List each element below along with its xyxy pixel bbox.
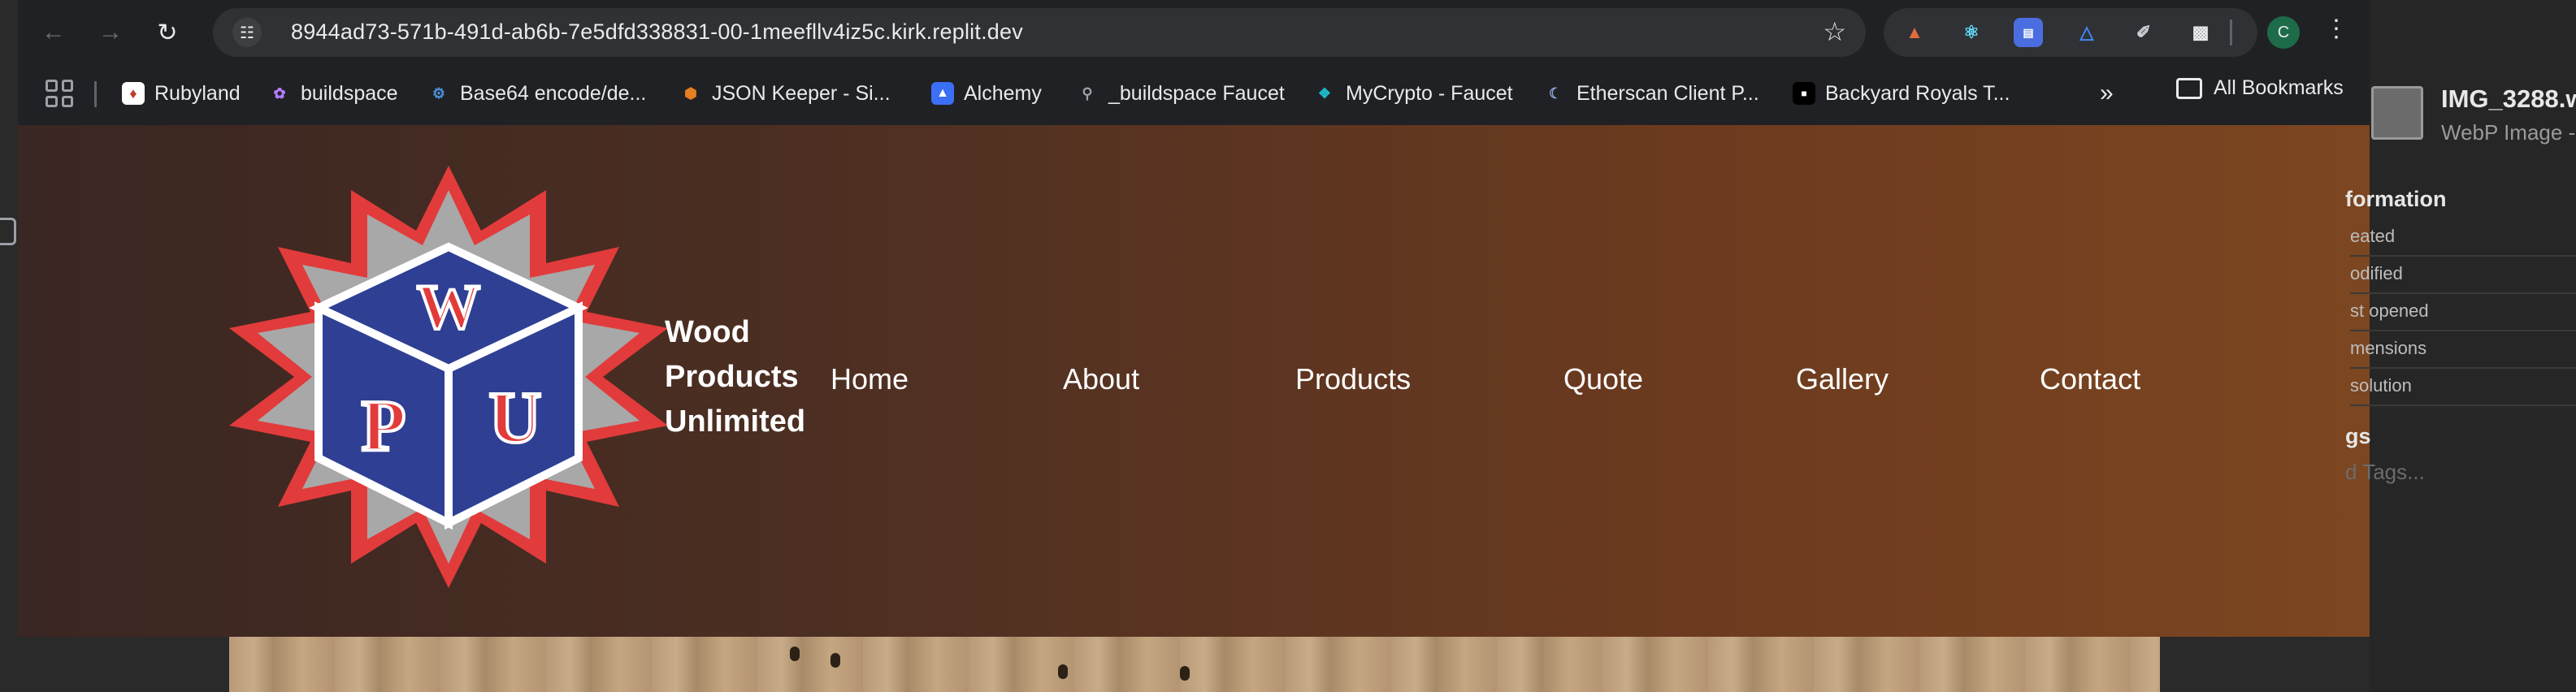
site-nav: Home About Products Quote Gallery Contac… bbox=[830, 362, 2212, 411]
logo-letter-p: P bbox=[362, 386, 406, 466]
folder-icon bbox=[2176, 77, 2202, 99]
site-header: W P U Wood Products Unlimited Home About… bbox=[18, 125, 2370, 637]
bookmark-buildspace-faucet[interactable]: ⚲ _buildspace Faucet bbox=[1076, 76, 1284, 110]
nav-products[interactable]: Products bbox=[1295, 362, 1411, 396]
etherscan-icon: ☾ bbox=[1548, 84, 1563, 102]
site-info-icon[interactable]: ☷ bbox=[232, 18, 262, 47]
file-kind: WebP Image - bbox=[2441, 120, 2576, 145]
tags-heading: gs bbox=[2345, 424, 2371, 448]
browser-menu-icon[interactable]: ⋮ bbox=[2324, 15, 2348, 43]
bookmark-base64[interactable]: ⚙ Base64 encode/de... bbox=[427, 76, 646, 110]
nav-about[interactable]: About bbox=[1063, 362, 1139, 396]
nav-home[interactable]: Home bbox=[830, 362, 909, 396]
profile-avatar[interactable]: C bbox=[2267, 16, 2300, 49]
file-thumbnail bbox=[2371, 86, 2423, 140]
extensions-puzzle-icon[interactable]: ▩ bbox=[2186, 18, 2215, 47]
logo-letter-u: U bbox=[489, 378, 542, 458]
google-ads-icon[interactable]: △ bbox=[2072, 18, 2101, 47]
eyedropper-icon[interactable]: ✐ bbox=[2129, 18, 2158, 47]
company-logo[interactable]: W P U bbox=[213, 158, 684, 596]
nav-quote[interactable]: Quote bbox=[1563, 362, 1643, 396]
bookmark-backyard-royals[interactable]: ■ Backyard Royals T... bbox=[1793, 76, 2010, 110]
hero-image-strip bbox=[18, 637, 2370, 692]
browser-toolbar: ← → ↻ ☷ 8944ad73-571b-491d-ab6b-7e5dfd33… bbox=[18, 0, 2370, 65]
rubyland-icon: ♦ bbox=[122, 82, 145, 105]
url-text[interactable]: 8944ad73-571b-491d-ab6b-7e5dfd338831-00-… bbox=[291, 19, 1023, 45]
window-fragment bbox=[0, 218, 16, 245]
info-row-modified: odified bbox=[2350, 263, 2576, 294]
address-bar[interactable]: ☷ 8944ad73-571b-491d-ab6b-7e5dfd338831-0… bbox=[213, 8, 1866, 57]
bookmark-rubyland[interactable]: ♦ Rubyland bbox=[122, 76, 241, 110]
faucet-icon: ⚲ bbox=[1082, 84, 1093, 102]
finder-info-panel: IMG_3288.w WebP Image - formation eated … bbox=[2345, 0, 2576, 692]
react-devtools-icon[interactable]: ⚛ bbox=[1957, 18, 1986, 47]
bookmarks-bar: ♦ Rubyland ✿ buildspace ⚙ Base64 encode/… bbox=[18, 65, 2370, 122]
back-arrow-icon[interactable]: ← bbox=[34, 13, 73, 52]
reload-icon[interactable]: ↻ bbox=[148, 13, 187, 52]
background-window-edge bbox=[0, 0, 18, 692]
alchemy-icon: ▲ bbox=[931, 82, 954, 105]
brand-line-3: Unlimited bbox=[665, 404, 806, 439]
all-bookmarks-folder[interactable]: All Bookmarks bbox=[2176, 76, 2344, 100]
logo-letter-w: W bbox=[417, 271, 480, 342]
wood-crate-image bbox=[229, 637, 2160, 692]
info-row-dimensions: mensions bbox=[2350, 338, 2576, 369]
bookmark-json-keeper[interactable]: ⬢ JSON Keeper - Si... bbox=[679, 76, 890, 110]
toolbar-divider bbox=[2230, 19, 2232, 45]
page-viewport: W P U Wood Products Unlimited Home About… bbox=[18, 125, 2370, 692]
extensions-area: ▲ ⚛ ▤ △ ✐ ▩ bbox=[1884, 8, 2257, 57]
info-row-last-opened: st opened bbox=[2350, 301, 2576, 331]
information-heading[interactable]: formation bbox=[2345, 187, 2447, 212]
nav-contact[interactable]: Contact bbox=[2040, 362, 2140, 396]
extension-fox-icon[interactable]: ▲ bbox=[1900, 18, 1929, 47]
bookmark-buildspace[interactable]: ✿ buildspace bbox=[268, 76, 397, 110]
apps-grid-icon[interactable] bbox=[46, 80, 73, 107]
brand-name[interactable]: Wood Products Unlimited bbox=[665, 310, 843, 444]
buildspace-icon: ✿ bbox=[273, 84, 286, 102]
file-name: IMG_3288.w bbox=[2441, 84, 2576, 113]
mycrypto-icon: ❖ bbox=[1317, 84, 1332, 102]
bookmark-mycrypto-faucet[interactable]: ❖ MyCrypto - Faucet bbox=[1313, 76, 1513, 110]
extension-ruler-icon[interactable]: ▤ bbox=[2014, 18, 2043, 47]
bookmark-star-icon[interactable]: ☆ bbox=[1823, 16, 1846, 47]
bookmarks-overflow-icon[interactable]: » bbox=[2100, 80, 2114, 107]
browser-window: ← → ↻ ☷ 8944ad73-571b-491d-ab6b-7e5dfd33… bbox=[18, 0, 2370, 692]
forward-arrow-icon[interactable]: → bbox=[91, 13, 130, 52]
brand-line-2: Products bbox=[665, 360, 799, 394]
brand-line-1: Wood bbox=[665, 315, 750, 349]
add-tags-field[interactable]: d Tags... bbox=[2345, 460, 2425, 485]
bookmark-alchemy[interactable]: ▲ Alchemy bbox=[931, 76, 1042, 110]
json-keeper-icon: ⬢ bbox=[684, 84, 697, 102]
backyard-royals-icon: ■ bbox=[1793, 82, 1815, 105]
nav-gallery[interactable]: Gallery bbox=[1796, 362, 1889, 396]
info-row-created: eated bbox=[2350, 226, 2576, 257]
base64-icon: ⚙ bbox=[432, 84, 446, 102]
info-row-resolution: solution bbox=[2350, 375, 2576, 406]
bookmark-etherscan[interactable]: ☾ Etherscan Client P... bbox=[1544, 76, 1759, 110]
bookmarks-divider bbox=[94, 81, 97, 107]
